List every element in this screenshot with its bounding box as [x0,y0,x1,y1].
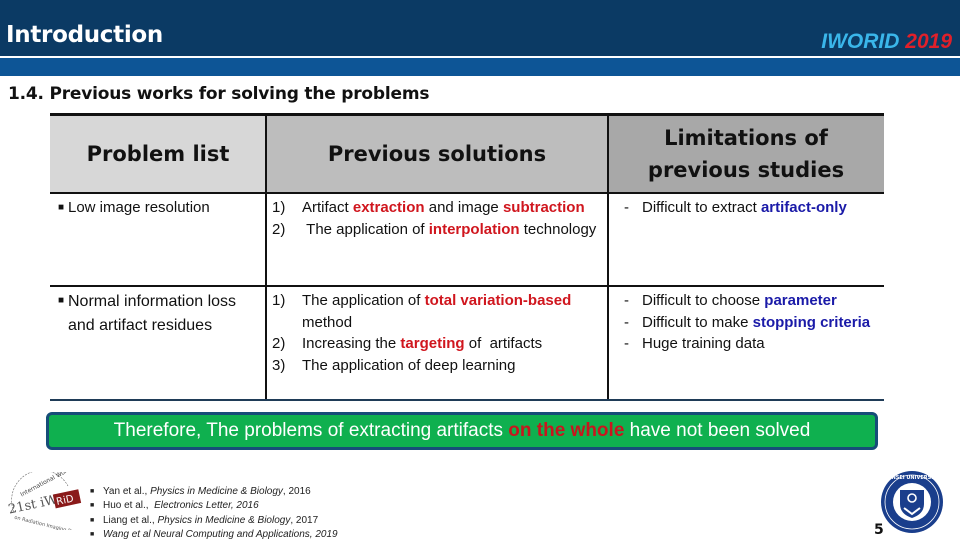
item-number: 2) [272,335,286,352]
solution-item: 2) The application of interpolation tech… [272,219,602,241]
text-segment: Difficult to make [642,313,753,331]
text-segment: Increasing the [302,335,401,352]
solution-item: 3) The application of deep learning [272,355,602,377]
table-row-2-solutions: 1) The application of total variation-bas… [272,290,602,376]
conference-logo-text: IWORID 2019 [821,30,952,54]
bullet-icon: ■ [58,202,65,213]
text-segment: of artifacts [464,335,543,352]
highlight-red-text: total variation-based [424,292,572,309]
header-row-divider [50,192,884,194]
column-header-problem-list: Problem list [50,116,266,192]
solution-item: 2) Increasing the targeting of artifacts [272,333,602,355]
text-segment: The application of [302,220,429,238]
column-divider-1b [607,113,609,289]
workshop-logo-bottom-text: on Radiation Imaging Detectors [14,515,84,530]
highlight-red-text: interpolation [428,220,520,238]
text-segment: Huge training data [642,335,765,352]
text-segment: and image [424,199,503,216]
reference-authors: Liang et al., [103,514,158,526]
section-title: 1.4. Previous works for solving the prob… [8,84,430,104]
references-list: ■ Yan et al., Physics in Medicine & Biolo… [90,485,338,540]
reference-authors: Huo et al., [103,500,155,512]
item-number: 1) [272,292,286,309]
problem-text: Normal information loss and artifact res… [68,293,237,334]
conclusion-highlight: on the whole [508,420,625,441]
column-header-limitations: Limitations of previous studies [608,116,884,192]
bullet-icon: ■ [58,295,65,306]
column-divider-1 [265,113,267,289]
conclusion-text-after: have not been solved [624,420,811,441]
row-divider [50,285,884,287]
limitation-item: - Difficult to extract artifact-only [614,197,882,219]
text-segment: Artifact [302,199,353,216]
reference-journal: Electronics Letter, 2016 [154,500,259,512]
reference-item: ■ Liang et al., Physics in Medicine & Bio… [90,514,338,528]
column-header-previous-solutions: Previous solutions [266,116,608,192]
dash-marker: - [624,335,629,352]
bullet-icon: ■ [90,516,95,524]
reference-item: ■ Huo et al., Electronics Letter, 2016 [90,499,338,513]
university-name-text: YONSEI UNIVERSITY [883,475,941,481]
table-row-1-problem: ■ Low image resolution [50,197,264,219]
highlight-red-text: targeting [400,335,465,352]
problem-text: Low image resolution [68,199,210,216]
text-segment: The application of deep learning [302,356,516,374]
bullet-icon: ■ [90,530,95,538]
highlight-blue-text: artifact-only [760,199,847,216]
reference-year: , 2017 [290,514,319,526]
table-bottom-border [50,399,884,401]
reference-item: ■ Wang et al Neural Computing and Applica… [90,528,338,540]
highlight-red-text: extraction [352,199,425,216]
conclusion-text-before: Therefore, The problems of extracting ar… [113,420,509,441]
text-segment: technology [519,220,597,238]
limitation-item: - Difficult to make stopping criteria [614,312,882,334]
svg-text:RiD: RiD [55,493,75,507]
iworid-workshop-logo: International Workshop 21st iWo RiD on R… [7,472,84,530]
conclusion-banner: Therefore, The problems of extracting ar… [46,412,878,450]
item-number: 1) [272,199,286,216]
conference-name: IWORID [821,30,900,53]
column-divider-2b [607,287,609,399]
column-divider-2 [265,287,267,399]
reference-journal: Physics in Medicine & Biology [150,486,283,497]
header-subbar [0,58,960,76]
table-row-2-limitations: - Difficult to choose parameter - Difficult… [614,290,882,355]
dash-marker: - [624,313,629,331]
item-number: 3) [272,356,286,374]
solution-item: 1) Artifact extraction and image subtract… [272,197,602,219]
solution-item: 1) The application of total variation-bas… [272,290,602,333]
slide-title: Introduction [6,22,163,48]
reference-journal: Physics in Medicine & Biology [157,514,291,526]
reference-journal: Wang et al Neural Computing and Applicat… [103,528,338,540]
highlight-blue-text: parameter [764,292,837,309]
table-row-1-solutions: 1) Artifact extraction and image subtract… [272,197,602,240]
yonsei-university-logo: YONSEI UNIVERSITY [881,471,943,533]
limitation-item: - Huge training data [614,333,882,355]
conference-year: 2019 [905,30,952,53]
highlight-red-text: subtraction [502,199,585,216]
reference-authors: Yan et al., [103,486,151,497]
item-number: 2) [272,220,286,238]
highlight-blue-text: stopping criteria [752,313,871,331]
reference-item: ■ Yan et al., Physics in Medicine & Biolo… [90,485,338,499]
column-header-limitations-text: Limitations of previous studies [647,126,845,182]
text-segment: Difficult to choose [642,292,765,309]
text-segment: The application of [302,292,425,309]
text-segment: Difficult to extract [642,199,761,216]
bullet-icon: ■ [90,502,95,510]
table-row-2-problem: ■ Normal information loss and artifact re… [50,290,250,338]
table-row-1-limitations: - Difficult to extract artifact-only [614,197,882,219]
dash-marker: - [624,292,629,309]
bullet-icon: ■ [90,488,95,495]
dash-marker: - [624,199,629,216]
limitation-item: - Difficult to choose parameter [614,290,882,312]
reference-year: , 2016 [282,486,311,497]
